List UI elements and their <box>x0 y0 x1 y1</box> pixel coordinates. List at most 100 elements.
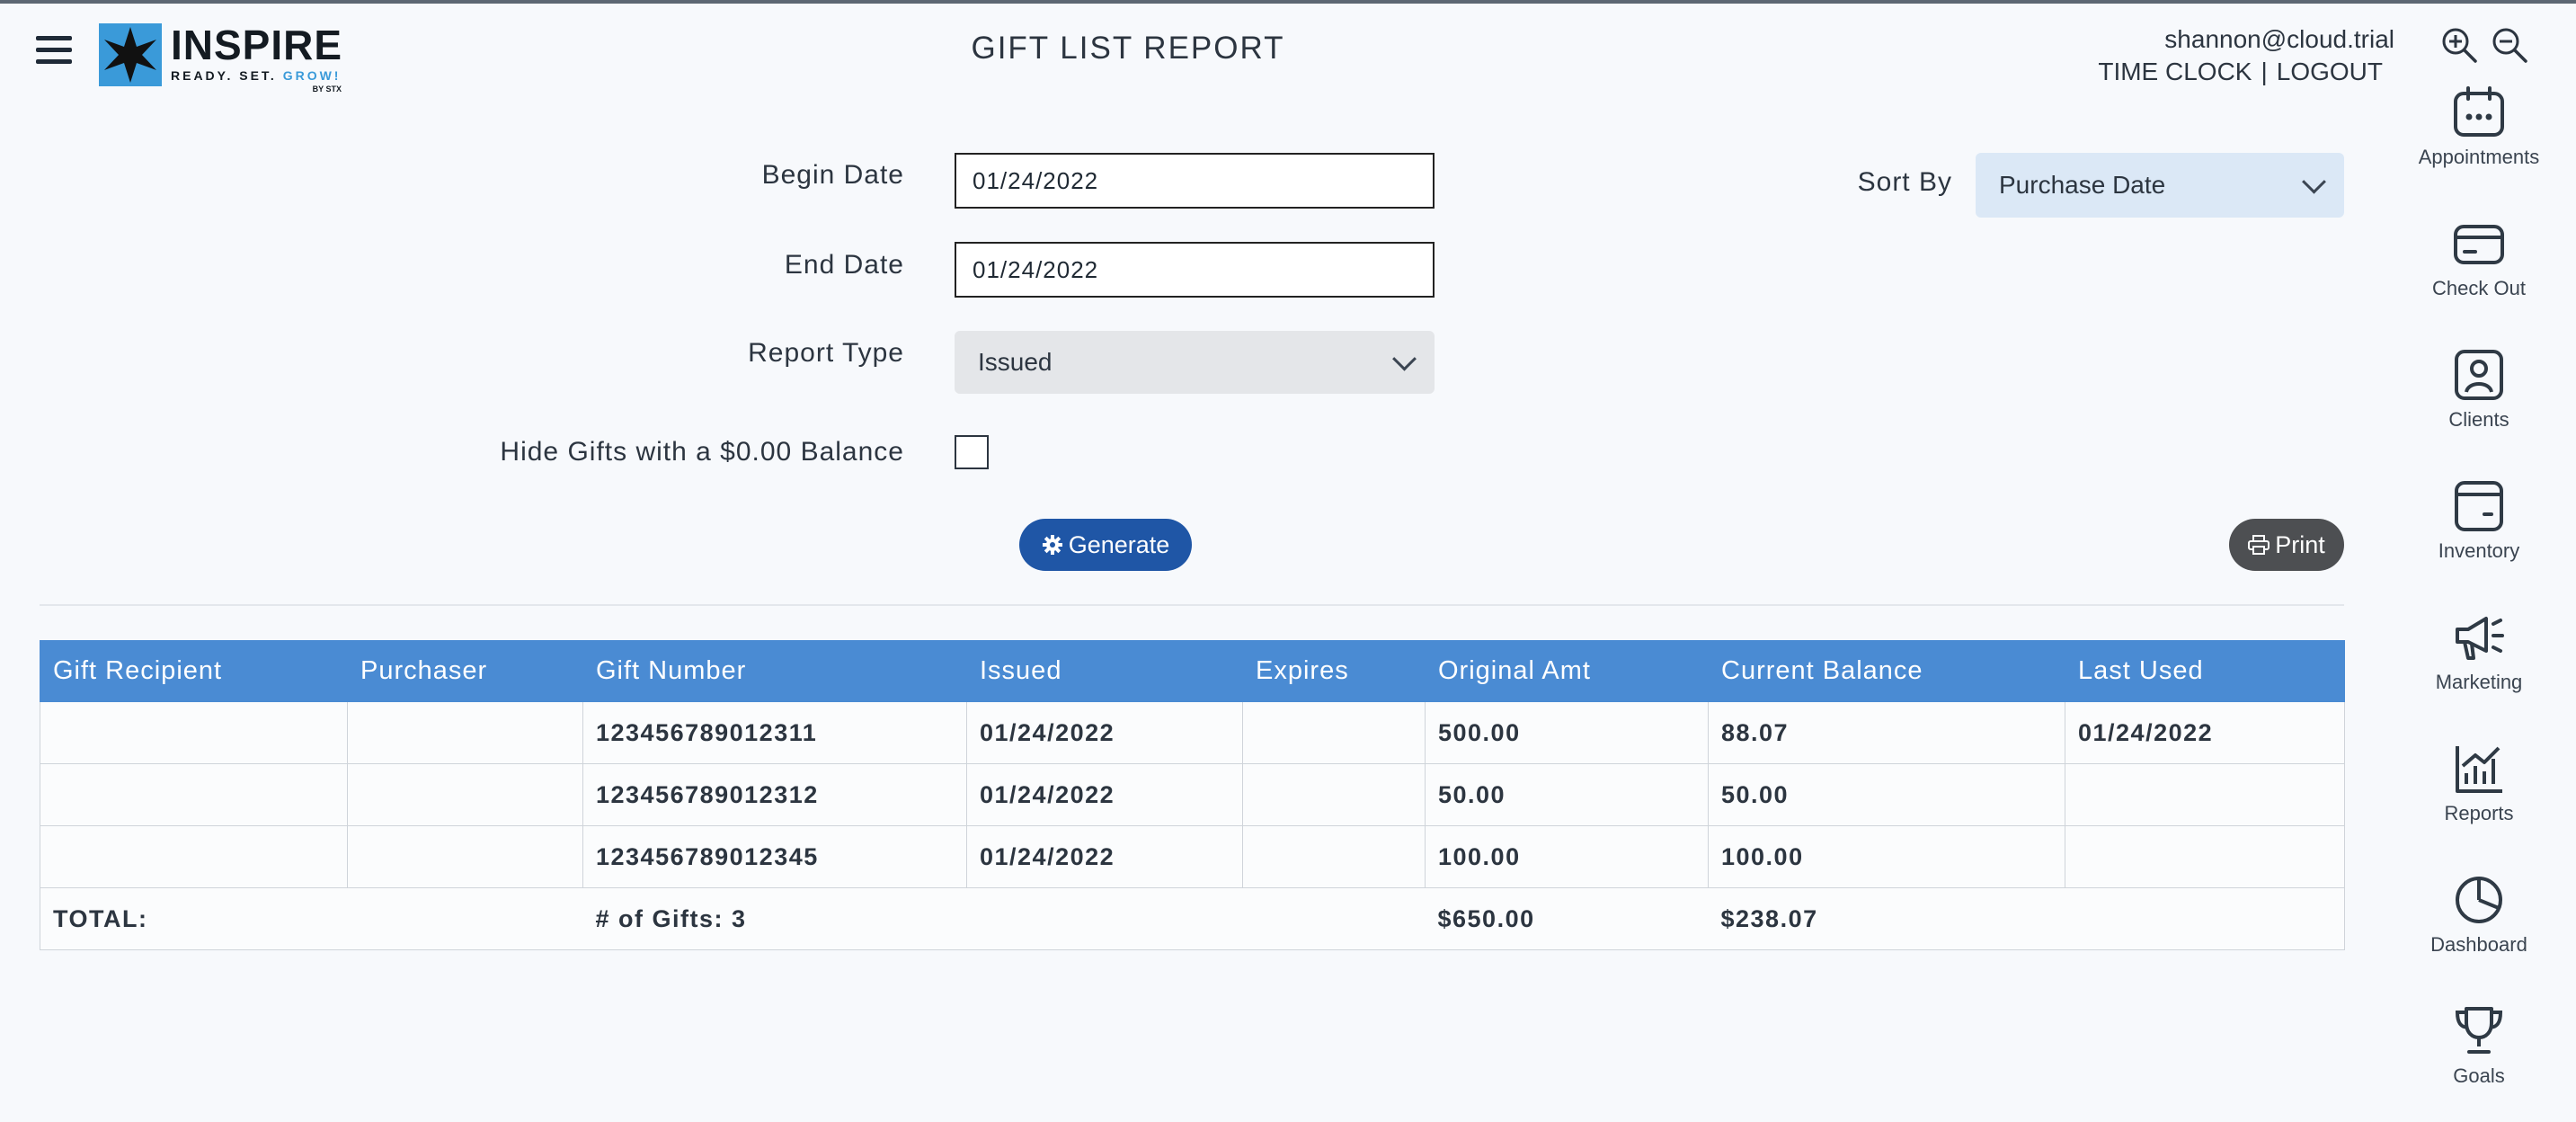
sidebar-item-label: Inventory <box>2438 539 2520 562</box>
cell-last-used <box>2065 825 2345 888</box>
cell-current-balance: 50.00 <box>1708 763 2065 826</box>
total-label: TOTAL: <box>40 887 583 950</box>
gear-icon <box>1042 534 1062 555</box>
sidebar-item-goals[interactable]: Goals <box>2373 1005 2576 1122</box>
table-row[interactable]: 123456789012345 01/24/2022 100.00 100.00 <box>40 825 2345 888</box>
logo-name: INSPIRE <box>171 22 343 68</box>
end-date-input[interactable] <box>955 242 1435 298</box>
logo-star-icon <box>99 23 162 86</box>
sidebar-item-clients[interactable]: Clients <box>2373 349 2576 466</box>
sort-by-value: Purchase Date <box>1999 171 2166 199</box>
total-original-amt: $650.00 <box>1425 887 1709 950</box>
trophy-icon <box>2455 1007 2503 1054</box>
bar-chart-icon <box>2456 746 2502 793</box>
total-row: TOTAL: # of Gifts: 3 $650.00 $238.07 <box>40 887 2345 950</box>
logo-by: BY STX <box>312 85 342 94</box>
time-clock-link[interactable]: TIME CLOCK <box>2098 58 2252 85</box>
cell-current-balance: 100.00 <box>1708 825 2065 888</box>
page-title: GIFT LIST REPORT <box>971 31 1285 66</box>
column-header-original-amt[interactable]: Original Amt <box>1425 640 1709 702</box>
logout-link[interactable]: LOGOUT <box>2277 58 2383 85</box>
hide-gifts-label: Hide Gifts with a $0.00 Balance <box>500 437 904 467</box>
menu-icon[interactable] <box>36 34 74 67</box>
user-icon <box>2455 350 2503 400</box>
top-links: TIME CLOCK | LOGOUT <box>2098 58 2383 86</box>
report-type-value: Issued <box>978 348 1053 376</box>
sidebar-item-dashboard[interactable]: Dashboard <box>2373 874 2576 991</box>
cell-gift-recipient <box>40 701 348 764</box>
sort-by-select[interactable]: Purchase Date <box>1976 153 2344 218</box>
link-separator: | <box>2261 58 2268 85</box>
gift-list-table: Gift Recipient Purchaser Gift Number Iss… <box>40 640 2345 950</box>
cell-gift-number: 123456789012345 <box>582 825 967 888</box>
credit-card-icon <box>2454 225 2504 264</box>
hide-gifts-checkbox[interactable] <box>955 435 989 469</box>
megaphone-icon <box>2456 617 2504 660</box>
cell-issued: 01/24/2022 <box>966 825 1243 888</box>
table-row[interactable]: 123456789012311 01/24/2022 500.00 88.07 … <box>40 701 2345 764</box>
column-header-issued[interactable]: Issued <box>966 640 1243 702</box>
chevron-down-icon <box>2302 169 2326 194</box>
column-header-expires[interactable]: Expires <box>1242 640 1426 702</box>
cell-current-balance: 88.07 <box>1708 701 2065 764</box>
logo-tagline: READY. SET. GROW! <box>171 68 342 83</box>
cell-issued: 01/24/2022 <box>966 763 1243 826</box>
cell-purchaser <box>347 825 583 888</box>
chevron-down-icon <box>1392 346 1417 371</box>
sidebar-item-label: Marketing <box>2435 671 2523 693</box>
end-date-label: End Date <box>784 250 904 280</box>
logo: INSPIRE READY. SET. GROW! BY STX <box>99 22 343 94</box>
print-button[interactable]: Print <box>2229 519 2344 571</box>
report-type-select[interactable]: Issued <box>955 331 1435 394</box>
sidebar-item-appointments[interactable]: Appointments <box>2373 86 2576 203</box>
report-type-label: Report Type <box>748 338 904 368</box>
sidebar-item-inventory[interactable]: Inventory <box>2373 480 2576 597</box>
sidebar-item-label: Goals <box>2453 1064 2505 1087</box>
cell-purchaser <box>347 763 583 826</box>
pie-chart-icon <box>2456 877 2502 923</box>
sort-by-label: Sort By <box>1857 167 1952 197</box>
sidebar-item-marketing[interactable]: Marketing <box>2373 611 2576 728</box>
cell-expires <box>1242 701 1426 764</box>
user-email: shannon@cloud.trial <box>2164 25 2394 53</box>
table-row[interactable]: 123456789012312 01/24/2022 50.00 50.00 <box>40 763 2345 826</box>
sidebar-item-label: Dashboard <box>2430 933 2527 956</box>
sidebar-item-label: Appointments <box>2418 146 2540 168</box>
generate-button[interactable]: Generate <box>1019 519 1192 571</box>
logo-tagline-prefix: READY. SET. <box>171 68 283 83</box>
cell-expires <box>1242 763 1426 826</box>
logo-tagline-accent: GROW! <box>282 68 342 83</box>
cell-original-amt: 100.00 <box>1425 825 1709 888</box>
cell-gift-recipient <box>40 763 348 826</box>
column-header-gift-number[interactable]: Gift Number <box>582 640 967 702</box>
cell-gift-number: 123456789012311 <box>582 701 967 764</box>
begin-date-label: Begin Date <box>761 160 904 190</box>
column-header-gift-recipient[interactable]: Gift Recipient <box>40 640 348 702</box>
total-current-balance: $238.07 <box>1708 887 2065 950</box>
column-header-last-used[interactable]: Last Used <box>2065 640 2345 702</box>
cell-original-amt: 500.00 <box>1425 701 1709 764</box>
printer-icon <box>2248 534 2270 555</box>
column-header-current-balance[interactable]: Current Balance <box>1708 640 2065 702</box>
box-icon <box>2455 481 2503 531</box>
calendar-icon <box>2454 86 2504 137</box>
sidebar-item-reports[interactable]: Reports <box>2373 743 2576 859</box>
total-gift-count: # of Gifts: 3 <box>582 887 1426 950</box>
cell-gift-number: 123456789012312 <box>582 763 967 826</box>
zoom-out-icon[interactable] <box>2490 25 2529 65</box>
begin-date-input[interactable] <box>955 153 1435 209</box>
cell-issued: 01/24/2022 <box>966 701 1243 764</box>
cell-original-amt: 50.00 <box>1425 763 1709 826</box>
divider <box>40 604 2344 606</box>
print-label: Print <box>2275 531 2325 558</box>
cell-last-used: 01/24/2022 <box>2065 701 2345 764</box>
column-header-purchaser[interactable]: Purchaser <box>347 640 583 702</box>
cell-gift-recipient <box>40 825 348 888</box>
cell-purchaser <box>347 701 583 764</box>
table-header-row: Gift Recipient Purchaser Gift Number Iss… <box>40 640 2345 702</box>
total-empty <box>2065 887 2345 950</box>
zoom-in-icon[interactable] <box>2439 25 2479 65</box>
top-border <box>0 0 2576 4</box>
sidebar-item-check-out[interactable]: Check Out <box>2373 218 2576 334</box>
generate-label: Generate <box>1068 531 1170 558</box>
